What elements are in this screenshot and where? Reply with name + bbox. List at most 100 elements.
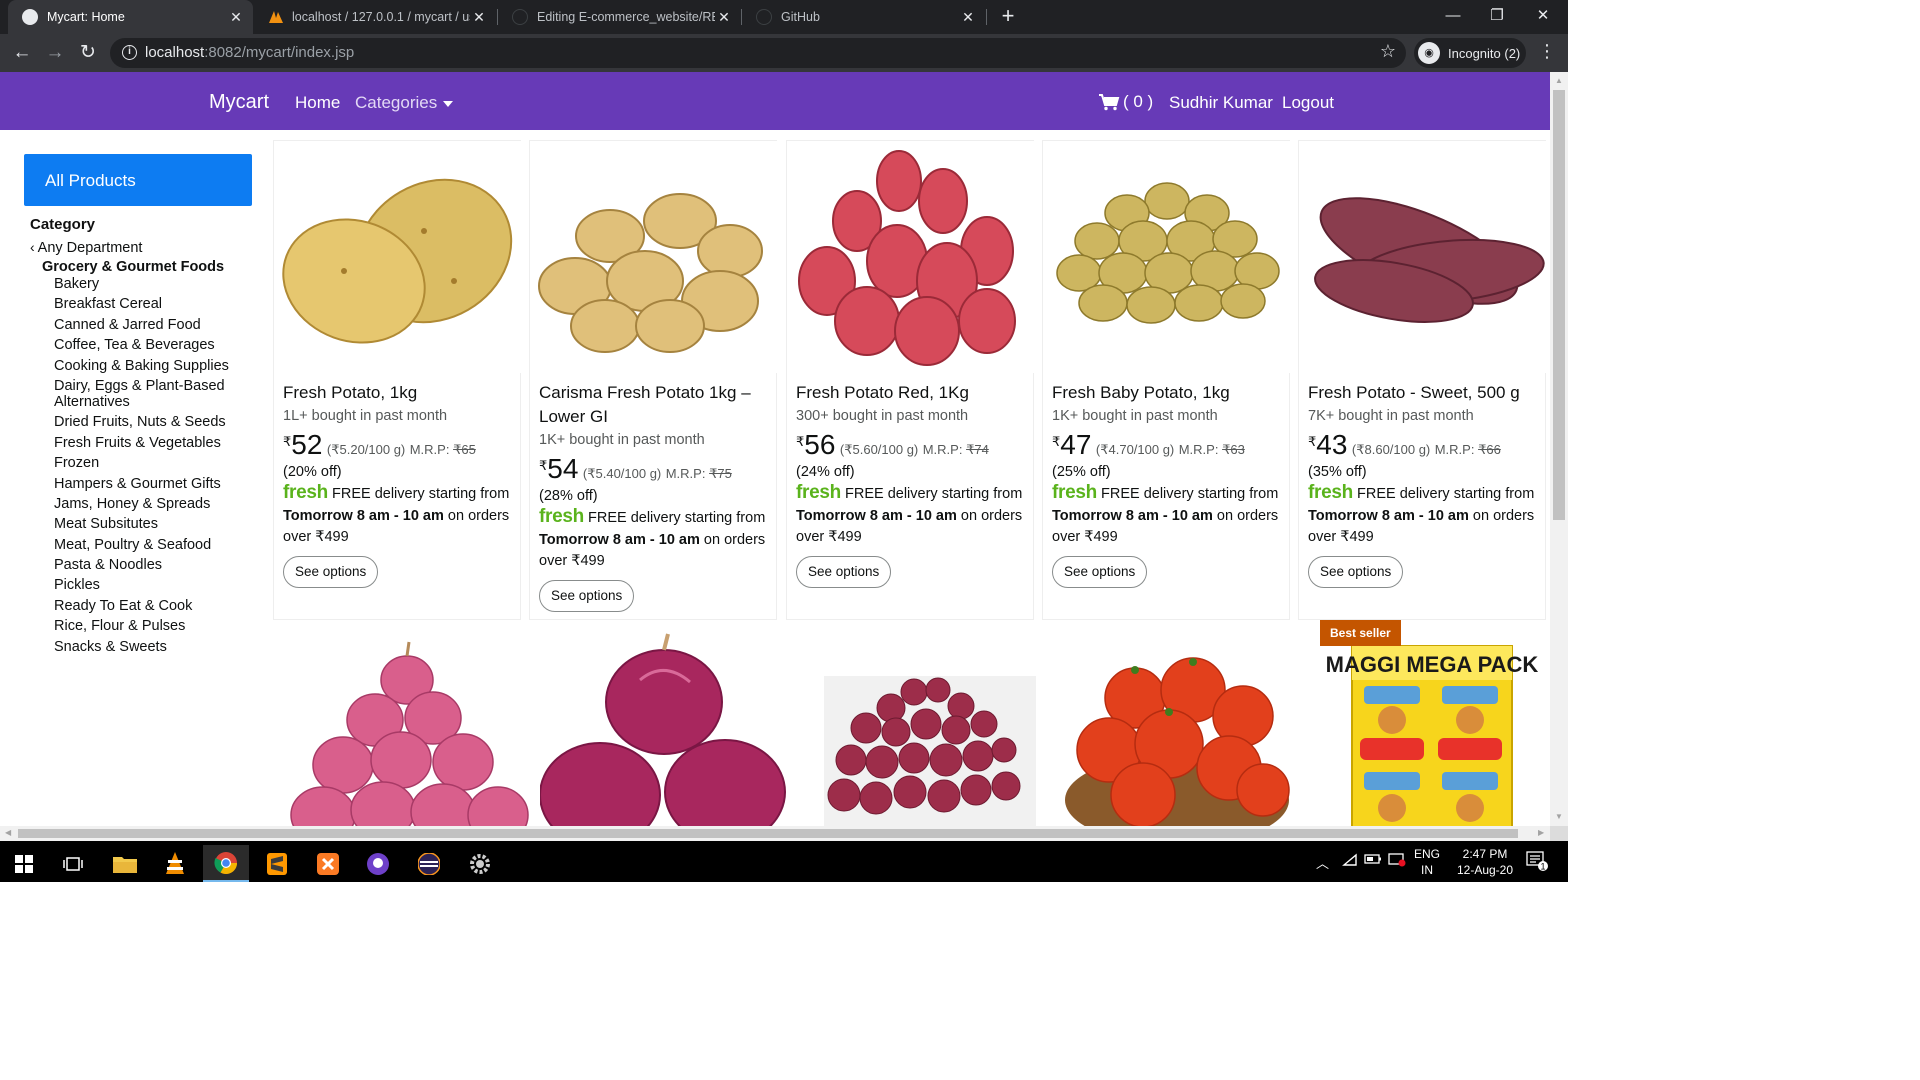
category-item[interactable]: Frozen [54, 455, 252, 471]
category-item[interactable]: Bakery [54, 276, 252, 292]
github-desktop-icon[interactable] [355, 845, 401, 882]
product-title[interactable]: Fresh Potato, 1kg [283, 381, 517, 405]
new-tab-icon[interactable]: + [996, 4, 1020, 28]
nav-home[interactable]: Home [295, 93, 340, 113]
chevron-up-icon[interactable]: ︿ [1316, 853, 1329, 872]
clock[interactable]: 2:47 PM 12-Aug-20 [1450, 846, 1520, 878]
task-view-icon[interactable] [50, 845, 96, 882]
back-icon[interactable]: ← [9, 40, 35, 66]
category-item[interactable]: Pickles [54, 577, 252, 593]
close-tab-icon[interactable]: ✕ [470, 9, 488, 26]
potato-red-icon[interactable] [787, 141, 1035, 373]
volume-muted-icon[interactable] [1388, 853, 1406, 870]
product-card[interactable] [540, 620, 788, 826]
potato-yellow-icon[interactable] [274, 141, 522, 373]
brand-logo[interactable]: Mycart [209, 91, 269, 114]
sweet-potato-icon[interactable] [1299, 141, 1547, 373]
scroll-down-icon[interactable]: ▼ [1555, 812, 1563, 821]
close-window-icon[interactable]: ✕ [1520, 0, 1566, 34]
close-tab-icon[interactable]: ✕ [227, 9, 245, 26]
category-item[interactable]: Canned & Jarred Food [54, 317, 252, 333]
tab-mycart-home[interactable]: Mycart: Home ✕ [8, 0, 253, 34]
product-card[interactable]: Fresh Baby Potato, 1kg 1K+ bought in past… [1042, 140, 1291, 620]
notification-center-icon[interactable]: 1 [1526, 851, 1548, 874]
see-options-button[interactable]: See options [1052, 555, 1148, 588]
sublime-text-icon[interactable] [254, 845, 300, 882]
product-card[interactable]: Carisma Fresh Potato 1kg – Lower GI 1K+ b… [529, 140, 778, 620]
forward-icon[interactable]: → [42, 40, 68, 66]
category-item[interactable]: Ready To Eat & Cook [54, 598, 252, 614]
tab-phpmyadmin[interactable]: localhost / 127.0.0.1 / mycart / us ✕ [253, 0, 496, 34]
product-card[interactable] [1053, 620, 1301, 826]
bookmark-star-icon[interactable]: ☆ [1380, 41, 1396, 62]
category-item[interactable]: Meat Subsitutes [54, 516, 252, 532]
scroll-up-icon[interactable]: ▲ [1555, 76, 1563, 85]
tomato-basket-icon[interactable] [1053, 620, 1301, 826]
category-item[interactable]: Cooking & Baking Supplies [54, 358, 252, 374]
wifi-icon[interactable] [1342, 853, 1358, 870]
scrollbar-thumb[interactable] [18, 829, 1518, 838]
product-card[interactable] [796, 620, 1044, 826]
address-bar[interactable]: i localhost:8082/mycart/index.jsp ☆ [110, 38, 1406, 68]
restore-icon[interactable]: ❐ [1474, 0, 1520, 34]
see-options-button[interactable]: See options [796, 555, 892, 588]
category-item[interactable]: Fresh Fruits & Vegetables [54, 435, 252, 451]
category-item[interactable]: Coffee, Tea & Beverages [54, 337, 252, 353]
product-card[interactable]: Fresh Potato Red, 1Kg 300+ bought in past… [786, 140, 1035, 620]
language-indicator[interactable]: ENG IN [1414, 846, 1440, 878]
vertical-scrollbar[interactable]: ▲ ▼ [1550, 72, 1568, 826]
onion-large-icon[interactable] [540, 620, 788, 826]
category-item[interactable]: Dairy, Eggs & Plant-Based Alternatives [54, 378, 234, 410]
product-card[interactable]: Fresh Potato, 1kg 1L+ bought in past mont… [273, 140, 522, 620]
any-department-link[interactable]: ‹ Any Department [24, 239, 252, 256]
category-item[interactable]: Hampers & Gourmet Gifts [54, 476, 252, 492]
category-item[interactable]: Meat, Poultry & Seafood [54, 537, 252, 553]
scroll-left-icon[interactable]: ◀ [5, 828, 11, 837]
all-products-button[interactable]: All Products [24, 154, 252, 206]
product-title[interactable]: Fresh Baby Potato, 1kg [1052, 381, 1286, 405]
product-title[interactable]: Carisma Fresh Potato 1kg – Lower GI [539, 381, 773, 429]
potato-pile-icon[interactable] [530, 141, 778, 373]
nav-categories[interactable]: Categories [355, 93, 454, 113]
product-card[interactable]: MAGGI MEGA PACK Best seller [1310, 620, 1550, 826]
see-options-button[interactable]: See options [1308, 555, 1404, 588]
parent-category[interactable]: Grocery & Gourmet Foods [24, 259, 252, 275]
product-title[interactable]: Fresh Potato - Sweet, 500 g [1308, 381, 1542, 405]
category-item[interactable]: Snacks & Sweets [54, 639, 252, 655]
windows-start-icon[interactable] [1, 845, 47, 882]
category-item[interactable]: Rice, Flour & Pulses [54, 618, 252, 634]
battery-icon[interactable] [1364, 853, 1382, 868]
incognito-badge[interactable]: ◉ Incognito (2) [1414, 38, 1526, 68]
minimize-icon[interactable]: — [1430, 0, 1476, 34]
close-tab-icon[interactable]: ✕ [715, 9, 733, 26]
xampp-icon[interactable] [305, 845, 351, 882]
horizontal-scrollbar[interactable]: ◀ ▶ [0, 826, 1550, 841]
category-item[interactable]: Pasta & Noodles [54, 557, 252, 573]
vlc-icon[interactable] [152, 845, 198, 882]
nav-logout[interactable]: Logout [1282, 93, 1334, 113]
product-card[interactable] [283, 620, 531, 826]
shallots-icon[interactable] [796, 620, 1044, 826]
scrollbar-thumb[interactable] [1553, 90, 1565, 520]
scroll-right-icon[interactable]: ▶ [1538, 828, 1544, 837]
close-tab-icon[interactable]: ✕ [959, 9, 977, 26]
file-explorer-icon[interactable] [102, 845, 148, 882]
chrome-icon[interactable] [203, 845, 249, 882]
product-card[interactable]: Fresh Potato - Sweet, 500 g 7K+ bought in… [1298, 140, 1547, 620]
info-icon[interactable]: i [122, 45, 137, 60]
settings-gear-icon[interactable] [457, 845, 503, 882]
reload-icon[interactable]: ↻ [75, 40, 101, 66]
browser-menu-icon[interactable]: ⋮ [1538, 41, 1556, 62]
category-item[interactable]: Breakfast Cereal [54, 296, 252, 312]
potato-baby-icon[interactable] [1043, 141, 1291, 373]
nav-user[interactable]: Sudhir Kumar [1169, 93, 1273, 113]
category-item[interactable]: Jams, Honey & Spreads [54, 496, 252, 512]
product-title[interactable]: Fresh Potato Red, 1Kg [796, 381, 1030, 405]
see-options-button[interactable]: See options [283, 555, 379, 588]
maggi-pack-icon[interactable]: MAGGI MEGA PACK [1310, 620, 1550, 826]
tab-github[interactable]: GitHub ✕ [742, 0, 985, 34]
onion-pile-icon[interactable] [283, 620, 531, 826]
tab-editing-readme[interactable]: Editing E-commerce_website/RE ✕ [498, 0, 741, 34]
eclipse-icon[interactable] [406, 845, 452, 882]
category-item[interactable]: Dried Fruits, Nuts & Seeds [54, 414, 252, 430]
